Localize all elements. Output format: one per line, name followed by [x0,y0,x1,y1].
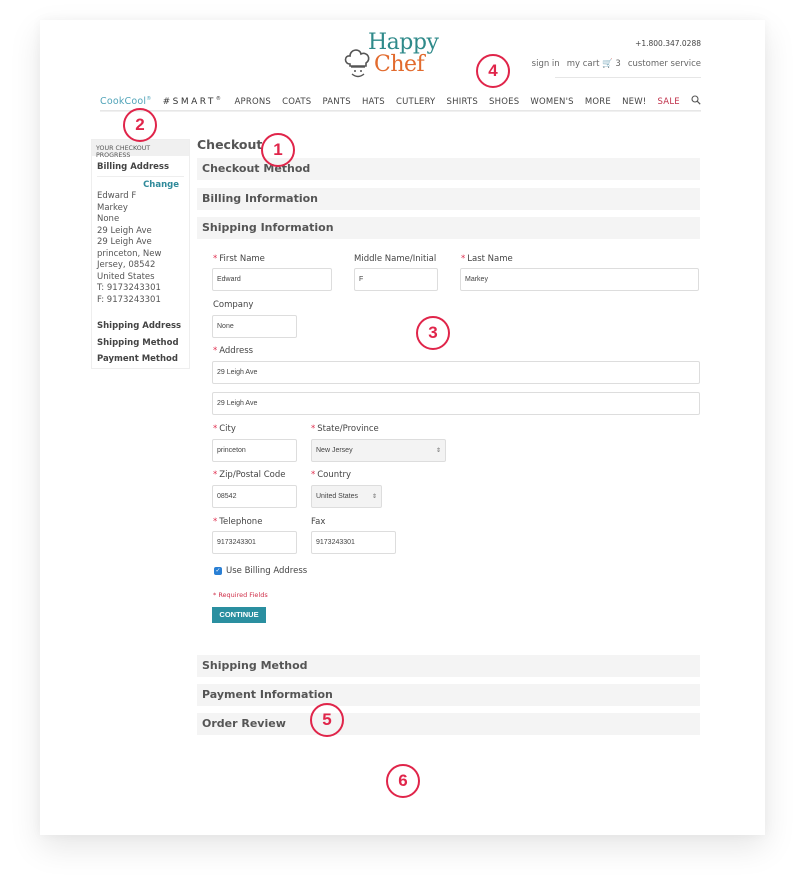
nav-cookcool[interactable]: CookCool® [100,96,151,107]
address-line: Markey [97,202,128,213]
nav-item-womens[interactable]: WOMEN'S [530,97,573,107]
section-order-review[interactable]: Order Review [197,713,700,735]
address-line: Edward F [97,191,137,201]
address-line: United States [97,271,155,282]
telephone-input[interactable]: 9173243301 [212,531,297,554]
middle-name-label: Middle Name/Initial [354,254,437,264]
happy-chef-logo[interactable]: Happy Chef [344,32,454,82]
section-shipping-method[interactable]: Shipping Method [197,655,700,677]
progress-step-shipping-method: Shipping Method [97,337,179,348]
telephone-label: * Telephone [213,517,263,527]
first-name-label: * First Name [213,254,265,264]
fax-label: Fax [311,517,326,527]
state-select[interactable]: New Jersey ⇕ [311,439,446,462]
annotation-marker-4: 4 [476,54,510,88]
nav-item-sale[interactable]: SALE [658,97,680,107]
utility-divider [555,77,701,78]
city-label: * City [213,424,236,434]
nav-item-coats[interactable]: COATS [282,97,311,107]
main-nav: CookCool® #SMART® APRONS COATS PANTS HAT… [100,95,701,108]
annotation-marker-5: 5 [310,703,344,737]
middle-name-input[interactable]: F [354,268,438,291]
state-select-value: New Jersey [316,447,353,454]
last-name-input[interactable]: Markey [460,268,699,291]
country-select[interactable]: United States ⇕ [311,485,382,508]
address-line: 29 Leigh Ave [97,237,152,247]
zip-input[interactable]: 08542 [212,485,297,508]
nav-divider [100,110,701,112]
phone-number: +1.800.347.0288 [635,39,701,48]
checkout-progress-sidebar: YOUR CHECKOUT PROGRESS Billing Address C… [91,139,190,369]
utility-links: sign in my cart 🛒 3 customer service [532,59,701,69]
logo-chef-text: Chef [374,52,425,77]
nav-cookcool-label: CookCool [100,96,147,108]
required-fields-note: * Required Fields [213,591,268,599]
nav-smart-label: #SMART [162,97,216,107]
annotation-marker-6: 6 [386,764,420,798]
nav-smart[interactable]: #SMART® [163,96,224,107]
page-title: Checkout [197,137,263,152]
address-line: T: 9173243301 [97,283,161,293]
use-billing-address-checkbox[interactable]: ✓ [214,567,222,575]
section-payment-information[interactable]: Payment Information [197,684,700,706]
first-name-input[interactable]: Edward [212,268,332,291]
nav-item-cutlery[interactable]: CUTLERY [396,97,435,107]
nav-item-more[interactable]: MORE [585,97,611,107]
fax-input[interactable]: 9173243301 [311,531,396,554]
address-line: Jersey, 08542 [97,260,156,270]
nav-item-hats[interactable]: HATS [362,97,385,107]
address-line: 29 Leigh Ave [97,225,152,236]
checkout-progress-heading: YOUR CHECKOUT PROGRESS [92,140,189,159]
nav-item-aprons[interactable]: APRONS [235,97,272,107]
last-name-label: * Last Name [461,254,513,264]
select-arrows-icon: ⇕ [371,494,377,500]
address-line1-input[interactable]: 29 Leigh Ave [212,361,700,384]
use-billing-address-label[interactable]: Use Billing Address [226,566,307,576]
section-shipping-information[interactable]: Shipping Information [197,217,700,239]
annotation-marker-1: 1 [261,133,295,167]
sign-in-link[interactable]: sign in [532,59,560,69]
logo-happy-text: Happy [368,30,439,55]
address-line: princeton, New [97,248,162,259]
annotation-marker-3: 3 [416,316,450,350]
address-label: * Address [213,346,254,356]
customer-service-link[interactable]: customer service [628,59,701,69]
nav-item-new[interactable]: NEW! [622,97,646,107]
city-input[interactable]: princeton [212,439,297,462]
annotation-marker-2: 2 [123,108,157,142]
company-input[interactable]: None [212,315,297,338]
state-label: * State/Province [311,424,379,434]
country-label: * Country [311,470,352,480]
nav-item-shoes[interactable]: SHOES [489,97,519,107]
address-line: F: 9173243301 [97,294,161,305]
company-label: Company [213,300,254,310]
nav-item-shirts[interactable]: SHIRTS [447,97,478,107]
progress-step-shipping-address: Shipping Address [97,321,182,331]
country-select-value: United States [316,493,359,500]
continue-button[interactable]: CONTINUE [212,607,266,623]
address-line: None [97,214,120,224]
billing-address-block: Edward F Markey None 29 Leigh Ave 29 Lei… [92,190,189,307]
section-billing-information[interactable]: Billing Information [197,188,700,210]
my-cart-link[interactable]: my cart 🛒 3 [567,59,621,69]
progress-step-payment-method: Payment Method [97,354,178,364]
search-icon[interactable] [691,95,701,108]
nav-item-pants[interactable]: PANTS [322,97,350,107]
zip-label: * Zip/Postal Code [213,470,286,480]
change-billing-link[interactable]: Change [97,176,184,190]
address-line2-input[interactable]: 29 Leigh Ave [212,392,700,415]
select-arrows-icon: ⇕ [435,448,441,454]
